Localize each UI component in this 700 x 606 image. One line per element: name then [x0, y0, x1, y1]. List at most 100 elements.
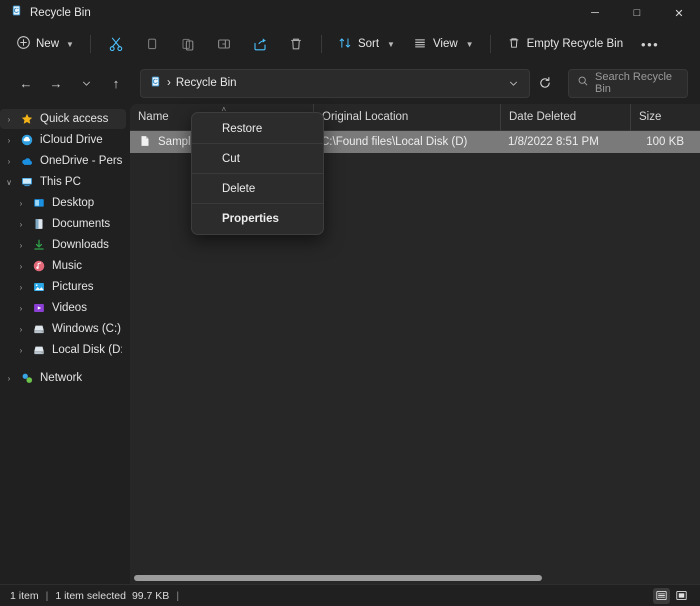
breadcrumb-separator: › [167, 77, 171, 89]
breadcrumb-item-recycle-bin[interactable]: Recycle Bin [176, 77, 237, 89]
column-header-original-location[interactable]: Original Location [313, 103, 500, 131]
column-header-location-label: Original Location [322, 111, 409, 123]
status-item-count: 1 item [10, 589, 39, 602]
horizontal-scrollbar[interactable] [130, 571, 700, 584]
chevron-right-icon[interactable]: › [12, 325, 30, 334]
overflow-menu-button[interactable]: ••• [633, 30, 667, 58]
navigation-pane: › Quick access › iCloud Drive › OneDrive - Pe… [0, 104, 130, 584]
file-explorer-window: Recycle Bin ─ □ ✕ New ▼ Sort ▼ View ▼ Em… [0, 0, 700, 606]
sidebar-item-desktop[interactable]: › Desktop [0, 193, 126, 213]
new-button[interactable]: New ▼ [10, 31, 82, 57]
chevron-right-icon[interactable]: › [12, 262, 30, 271]
sidebar-item-label: Downloads [52, 239, 109, 251]
sort-button-label: Sort [357, 38, 380, 50]
sidebar-item-label: Documents [52, 218, 111, 230]
chevron-down-icon[interactable]: ∨ [0, 178, 18, 187]
toolbar-divider-3 [489, 35, 491, 53]
chevron-right-icon[interactable]: › [0, 115, 18, 124]
sidebar-item-windows-c[interactable]: › Windows (C:) [0, 319, 126, 339]
details-view-icon[interactable] [653, 587, 670, 604]
address-input[interactable]: › Recycle Bin [140, 68, 530, 98]
delete-icon[interactable] [279, 30, 313, 58]
file-list-area: Name ˄ Original Location Date Deleted Si… [130, 103, 700, 584]
up-button[interactable]: ↑ [102, 69, 130, 97]
toolbar-divider-1 [89, 35, 91, 53]
close-button[interactable]: ✕ [658, 0, 700, 26]
search-input[interactable]: Search Recycle Bin [568, 68, 688, 98]
recycle-bin-icon [149, 75, 162, 91]
context-menu-separator [192, 143, 323, 144]
maximize-button[interactable]: □ [616, 0, 658, 26]
recent-locations-button[interactable] [72, 69, 100, 97]
chevron-right-icon[interactable]: › [12, 199, 30, 208]
sidebar-item-label: Local Disk (D:) [52, 344, 122, 356]
forward-button[interactable]: → [42, 69, 70, 97]
address-dropdown-button[interactable] [501, 71, 525, 96]
chevron-right-icon[interactable]: › [0, 374, 18, 383]
chevron-right-icon[interactable]: › [0, 136, 18, 145]
file-icon [138, 134, 152, 151]
chevron-down-icon: ▼ [465, 39, 474, 49]
copy-icon[interactable] [135, 30, 169, 58]
documents-icon [30, 217, 48, 231]
sidebar-item-network[interactable]: › Network [0, 368, 126, 388]
icloud-icon [18, 133, 36, 147]
sidebar-item-label: This PC [40, 176, 81, 188]
rename-icon[interactable] [207, 30, 241, 58]
minimize-button[interactable]: ─ [574, 0, 616, 26]
cut-icon[interactable] [99, 30, 133, 58]
large-icons-view-icon[interactable] [673, 588, 690, 604]
sidebar-item-downloads[interactable]: › Downloads [0, 235, 126, 255]
search-icon [577, 74, 589, 92]
sidebar-item-music[interactable]: › Music [0, 256, 126, 276]
sidebar-item-videos[interactable]: › Videos [0, 298, 126, 318]
chevron-right-icon[interactable]: › [12, 346, 30, 355]
column-header-size-label: Size [639, 111, 662, 123]
search-placeholder: Search Recycle Bin [595, 71, 673, 95]
chevron-down-icon: ▼ [387, 39, 395, 49]
context-menu-item-restore[interactable]: Restore [192, 116, 323, 141]
context-menu-item-properties[interactable]: Properties [192, 206, 323, 231]
breadcrumb[interactable]: › Recycle Bin [149, 75, 501, 91]
sidebar-item-icloud-drive[interactable]: › iCloud Drive [0, 130, 126, 150]
back-button[interactable]: ← [12, 69, 40, 97]
recycle-bin-icon [10, 4, 23, 22]
drive-icon [30, 322, 48, 336]
drive-icon [30, 343, 48, 357]
sidebar-item-quick-access[interactable]: › Quick access [0, 109, 126, 129]
refresh-button[interactable] [532, 71, 558, 96]
toolbar-divider-2 [320, 35, 322, 53]
status-bar: 1 item | 1 item selected 99.7 KB | [0, 584, 700, 606]
window-body: › Quick access › iCloud Drive › OneDrive - Pe… [0, 103, 700, 584]
sidebar-item-this-pc[interactable]: ∨ This PC [0, 172, 126, 192]
status-separator-2: | [176, 589, 180, 602]
chevron-right-icon[interactable]: › [12, 283, 30, 292]
sidebar-item-onedrive-personal[interactable]: › OneDrive - Personal [0, 151, 126, 171]
sort-button[interactable]: Sort ▼ [330, 30, 403, 58]
new-button-label: New [36, 38, 60, 50]
column-header-size[interactable]: Size [630, 103, 692, 131]
chevron-right-icon[interactable]: › [12, 304, 30, 313]
sidebar-item-pictures[interactable]: › Pictures [0, 277, 126, 297]
empty-recycle-bin-label: Empty Recycle Bin [526, 38, 624, 50]
pictures-icon [30, 280, 48, 294]
context-menu-item-cut[interactable]: Cut [192, 146, 323, 171]
sidebar-item-label: Music [52, 260, 83, 272]
context-menu-item-delete[interactable]: Delete [192, 176, 323, 201]
share-icon[interactable] [243, 30, 277, 58]
sidebar-item-label: iCloud Drive [40, 134, 103, 146]
view-button[interactable]: View ▼ [405, 30, 482, 58]
command-bar: New ▼ Sort ▼ View ▼ Empty Recycle Bin ••… [0, 26, 700, 62]
sidebar-item-local-disk-d[interactable]: › Local Disk (D:) [0, 340, 126, 360]
paste-icon[interactable] [171, 30, 205, 58]
empty-recycle-bin-button[interactable]: Empty Recycle Bin [499, 30, 632, 58]
chevron-right-icon[interactable]: › [0, 157, 18, 166]
column-header-date-deleted[interactable]: Date Deleted [500, 103, 630, 131]
horizontal-scrollbar-thumb[interactable] [134, 574, 542, 581]
sidebar-item-documents[interactable]: › Documents [0, 214, 126, 234]
address-bar: ← → ↑ › Recycle Bin Search Recycle Bin [0, 62, 700, 104]
chevron-right-icon[interactable]: › [12, 220, 30, 229]
sidebar-item-label: Network [40, 372, 83, 384]
chevron-right-icon[interactable]: › [12, 241, 30, 250]
